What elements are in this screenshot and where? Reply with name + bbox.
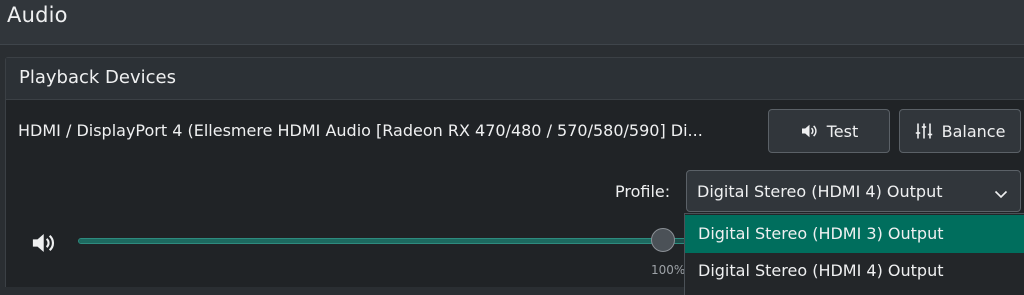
balance-button-label: Balance — [941, 121, 1006, 141]
audio-settings-page: Audio Playback Devices HDMI / DisplayPor… — [0, 0, 1024, 295]
card-header: Playback Devices — [6, 58, 1024, 100]
page-title: Audio — [7, 3, 68, 27]
test-button[interactable]: Test — [768, 109, 890, 153]
profile-dropdown-list: Digital Stereo (HDMI 3) Output Digital S… — [684, 213, 1024, 295]
device-name: HDMI / DisplayPort 4 (Ellesmere HDMI Aud… — [18, 121, 703, 140]
sliders-icon — [915, 122, 933, 140]
profile-select[interactable]: Digital Stereo (HDMI 4) Output — [686, 170, 1021, 212]
speaker-icon — [800, 122, 818, 140]
profile-option-hdmi-3[interactable]: Digital Stereo (HDMI 3) Output — [685, 215, 1024, 253]
profile-select-value: Digital Stereo (HDMI 4) Output — [697, 182, 943, 201]
profile-option-hdmi-4[interactable]: Digital Stereo (HDMI 4) Output — [685, 252, 1024, 290]
volume-slider-fill — [79, 239, 666, 243]
volume-percent-label: 100% — [651, 263, 686, 277]
chevron-down-icon — [994, 185, 1008, 204]
card-title: Playback Devices — [19, 67, 176, 88]
volume-slider-handle[interactable] — [651, 228, 675, 252]
balance-button[interactable]: Balance — [899, 109, 1021, 153]
profile-label: Profile: — [615, 182, 671, 201]
test-button-label: Test — [826, 121, 859, 141]
page-header: Audio — [0, 0, 1024, 45]
mute-toggle-speaker-icon[interactable] — [30, 230, 56, 260]
volume-slider[interactable] — [78, 238, 688, 244]
